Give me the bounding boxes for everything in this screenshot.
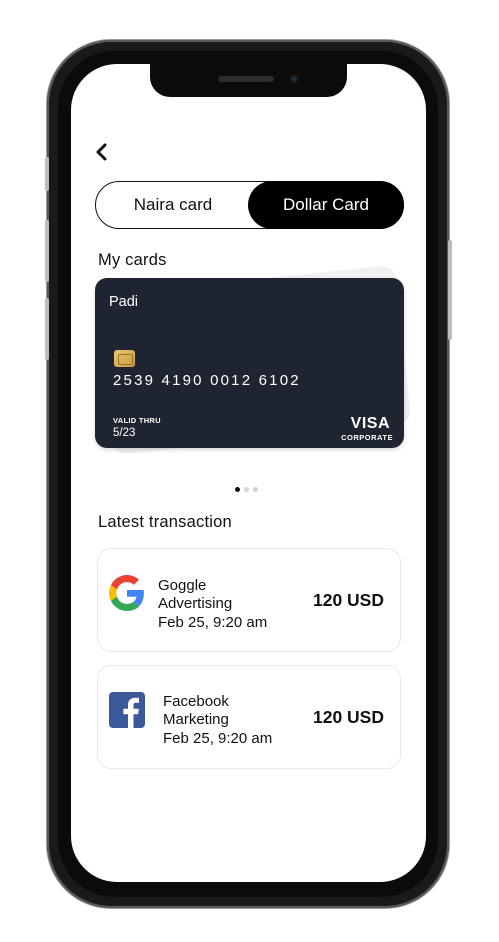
card-pagination [235,487,258,492]
volume-down-button [45,298,49,360]
my-cards-heading: My cards [98,251,167,269]
pagination-dot[interactable] [253,487,258,492]
card-tier-label: CORPORATE [341,433,393,442]
chevron-left-icon [96,143,107,161]
transaction-item[interactable]: Goggle Advertising Feb 25, 9:20 am 120 U… [97,548,401,652]
chip-icon [114,350,135,367]
valid-thru-value: 5/23 [113,427,136,439]
bank-card[interactable]: Padi 2539 4190 0012 6102 VALID THRU 5/23… [95,278,404,448]
google-icon [109,575,145,616]
dollar-card-tab[interactable]: Dollar Card [248,181,404,229]
latest-transaction-heading: Latest transaction [98,513,232,531]
transaction-amount: 120 USD [312,707,384,727]
transaction-amount: 120 USD [312,590,384,610]
transaction-name-line2: Advertising [158,595,233,612]
facebook-icon [109,692,145,728]
front-camera [289,74,299,84]
transaction-name-line1: Facebook [163,693,229,710]
visa-logo: VISA [350,415,390,432]
transaction-date: Feb 25, 9:20 am [163,730,273,747]
transaction-date: Feb 25, 9:20 am [158,614,268,631]
valid-thru-label: VALID THRU [113,416,161,425]
transaction-name-line2: Marketing [163,711,229,728]
volume-switch [45,157,49,191]
pagination-dot[interactable] [235,487,240,492]
card-number: 2539 4190 0012 6102 [113,372,301,389]
naira-card-tab[interactable]: Naira card [96,182,250,227]
power-button [448,240,452,340]
transaction-item[interactable]: Facebook Marketing Feb 25, 9:20 am 120 U… [97,665,401,769]
card-type-toggle: Naira card Dollar Card [95,181,404,229]
speaker-grille [218,76,274,82]
card-holder-name: Padi [109,294,139,310]
transaction-name-line1: Goggle [158,577,207,594]
pagination-dot[interactable] [244,487,249,492]
volume-up-button [45,220,49,282]
back-button[interactable] [93,142,111,162]
